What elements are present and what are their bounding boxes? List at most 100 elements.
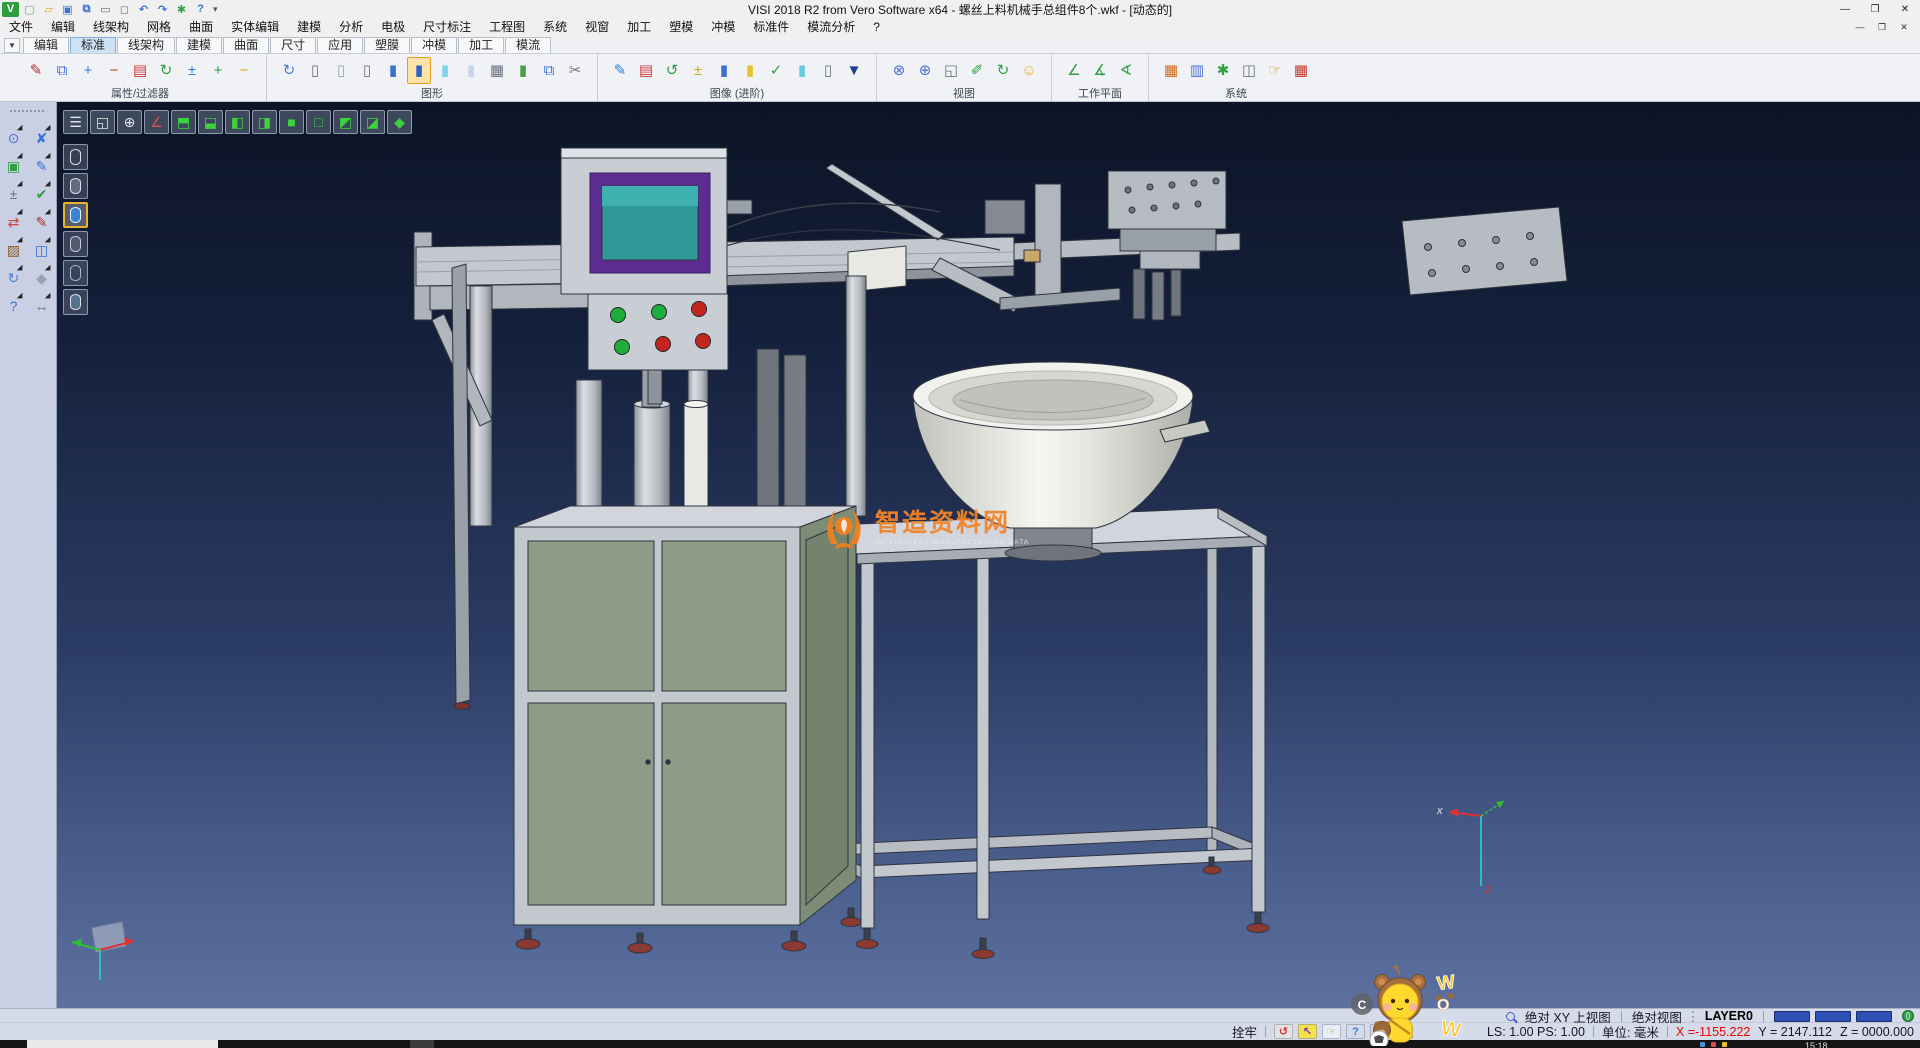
os-taskbar[interactable]: 15:18 <box>0 1040 1920 1048</box>
help[interactable]: ? <box>192 2 209 17</box>
sync-update[interactable]: ↻ <box>2 266 26 290</box>
menu-item[interactable]: 电极 <box>372 18 414 36</box>
solid-verify[interactable]: ✓ <box>764 57 788 84</box>
view-top[interactable]: ⬒ <box>171 110 196 134</box>
menu-item[interactable]: 模流分析 <box>798 18 864 36</box>
solid-cube[interactable]: ◆ <box>30 266 54 290</box>
menu-item[interactable]: 编辑 <box>42 18 84 36</box>
grab-points[interactable]: ☞ <box>1263 57 1287 84</box>
view-bottom[interactable]: ⬓ <box>198 110 223 134</box>
view-smiley[interactable]: ☺ <box>1017 57 1041 84</box>
toolbar-tab[interactable]: 冲模 <box>411 37 457 53</box>
shield-cone[interactable]: ▼ <box>842 57 866 84</box>
image-plus-minus[interactable]: ± <box>686 57 710 84</box>
save-all[interactable]: ⧉ <box>78 2 95 17</box>
status-lock[interactable]: 拴牢 <box>1232 1022 1257 1041</box>
view-frame[interactable]: ◱ <box>939 57 963 84</box>
view-axes[interactable]: ∠ <box>144 110 169 134</box>
flat-shaded-view[interactable]: ▮ <box>459 57 483 84</box>
sidebar-drag-handle[interactable] <box>10 110 44 112</box>
shade-shaded[interactable] <box>63 202 88 228</box>
zoom-extents[interactable]: ⊕ <box>117 110 142 134</box>
shade-hidden-line[interactable] <box>63 173 88 199</box>
show-minus[interactable]: − <box>232 57 256 84</box>
taskbar-tray-icons[interactable] <box>1700 1042 1727 1047</box>
toolbar-tab[interactable]: 塑膜 <box>364 37 410 53</box>
status-search-icon[interactable] <box>1506 1012 1515 1021</box>
show-plus[interactable]: + <box>206 57 230 84</box>
menu-item[interactable]: 塑模 <box>660 18 702 36</box>
menu-item[interactable]: 工程图 <box>480 18 534 36</box>
toolbar-tab[interactable]: 应用 <box>317 37 363 53</box>
layer-color-swatch[interactable] <box>1774 1011 1810 1022</box>
menu-item[interactable]: 标准件 <box>744 18 798 36</box>
sketch-curve[interactable]: ✎ <box>30 210 54 234</box>
section-cut[interactable]: ✂ <box>563 57 587 84</box>
shade-translucent[interactable] <box>63 289 88 315</box>
menu-item[interactable]: 线架构 <box>84 18 138 36</box>
attribute-inspect[interactable]: ⧉ <box>50 57 74 84</box>
view-front[interactable]: ■ <box>279 110 304 134</box>
save-file[interactable]: ▣ <box>59 2 76 17</box>
show-remove[interactable]: − <box>102 57 126 84</box>
system-settings[interactable]: ✱ <box>1211 57 1235 84</box>
menu-item[interactable]: 实体编辑 <box>222 18 288 36</box>
shade-mesh[interactable] <box>63 260 88 286</box>
show-refresh[interactable]: ↻ <box>154 57 178 84</box>
shade-wireframe[interactable] <box>63 144 88 170</box>
quickbar-dropdown-icon[interactable]: ▾ <box>209 4 222 15</box>
menu-item[interactable]: 视窗 <box>576 18 618 36</box>
view-annotate[interactable]: ✐ <box>965 57 989 84</box>
menu-item[interactable]: 网格 <box>138 18 180 36</box>
viewport-3d-scene[interactable]: x Z <box>57 102 1920 1008</box>
new-file[interactable]: ▢ <box>21 2 38 17</box>
menu-item[interactable]: 系统 <box>534 18 576 36</box>
mascot-c-button[interactable]: C <box>1358 998 1367 1012</box>
print-preview[interactable]: ◻ <box>116 2 133 17</box>
solid-wire[interactable]: ▯ <box>816 57 840 84</box>
hidden-line-view[interactable]: ▯ <box>329 57 353 84</box>
menu-item[interactable]: 分析 <box>330 18 372 36</box>
open-file[interactable]: ▱ <box>40 2 57 17</box>
view-iso-sw[interactable]: ◩ <box>333 110 358 134</box>
wireframe-view[interactable]: ▯ <box>303 57 327 84</box>
delete-entities[interactable]: ✘ <box>30 126 54 150</box>
close-button[interactable]: ✕ <box>1890 0 1920 18</box>
view-menu[interactable]: ☰ <box>63 110 88 134</box>
viewport-3d[interactable]: x Z ☰◱⊕∠⬒⬓◧◨■□◩◪◆ <box>57 102 1920 1008</box>
show-plus-minus[interactable]: ± <box>180 57 204 84</box>
system-options[interactable]: ✱ <box>173 2 190 17</box>
menu-item[interactable]: 建模 <box>288 18 330 36</box>
move-axes[interactable]: ⇄ <box>2 210 26 234</box>
workplane-world[interactable]: ∠ <box>1062 57 1086 84</box>
solid-cyan[interactable]: ▮ <box>790 57 814 84</box>
dashed-hidden-view[interactable]: ▯ <box>355 57 379 84</box>
redraw[interactable]: ↻ <box>277 57 301 84</box>
print[interactable]: ▭ <box>97 2 114 17</box>
mounting-plate[interactable] <box>1402 207 1567 295</box>
view-iso-se[interactable]: ◪ <box>360 110 385 134</box>
workplane-view[interactable]: ∢ <box>1114 57 1138 84</box>
view-refresh[interactable]: ↻ <box>991 57 1015 84</box>
show-add[interactable]: + <box>76 57 100 84</box>
toolbar-tab[interactable]: 编辑 <box>23 37 69 53</box>
snap-settings[interactable]: ↺ <box>1274 1024 1293 1039</box>
config-window[interactable]: ◫ <box>1237 57 1261 84</box>
lights-settings[interactable]: ▤ <box>634 57 658 84</box>
toolbar-tab[interactable]: 建模 <box>176 37 222 53</box>
mdi-restore-button[interactable]: ❐ <box>1874 22 1890 33</box>
filter-lights[interactable]: ▤ <box>128 57 152 84</box>
layout-windows[interactable]: ◫ <box>30 238 54 262</box>
select-frame[interactable]: ▣ <box>2 154 26 178</box>
tray-icon[interactable] <box>1700 1042 1705 1047</box>
toolbar-tab[interactable]: 加工 <box>458 37 504 53</box>
feeder-table[interactable] <box>809 508 1269 959</box>
maximize-button[interactable]: ❐ <box>1860 0 1890 18</box>
solid-gold[interactable]: ▮ <box>738 57 762 84</box>
menu-item[interactable]: 曲面 <box>180 18 222 36</box>
tolerance-pad[interactable]: ▦ <box>1289 57 1313 84</box>
mdi-close-button[interactable]: ✕ <box>1896 22 1912 33</box>
toolbar-tab[interactable]: 线架构 <box>117 37 175 53</box>
toolbar-tab[interactable]: 曲面 <box>223 37 269 53</box>
view-left[interactable]: ◧ <box>225 110 250 134</box>
